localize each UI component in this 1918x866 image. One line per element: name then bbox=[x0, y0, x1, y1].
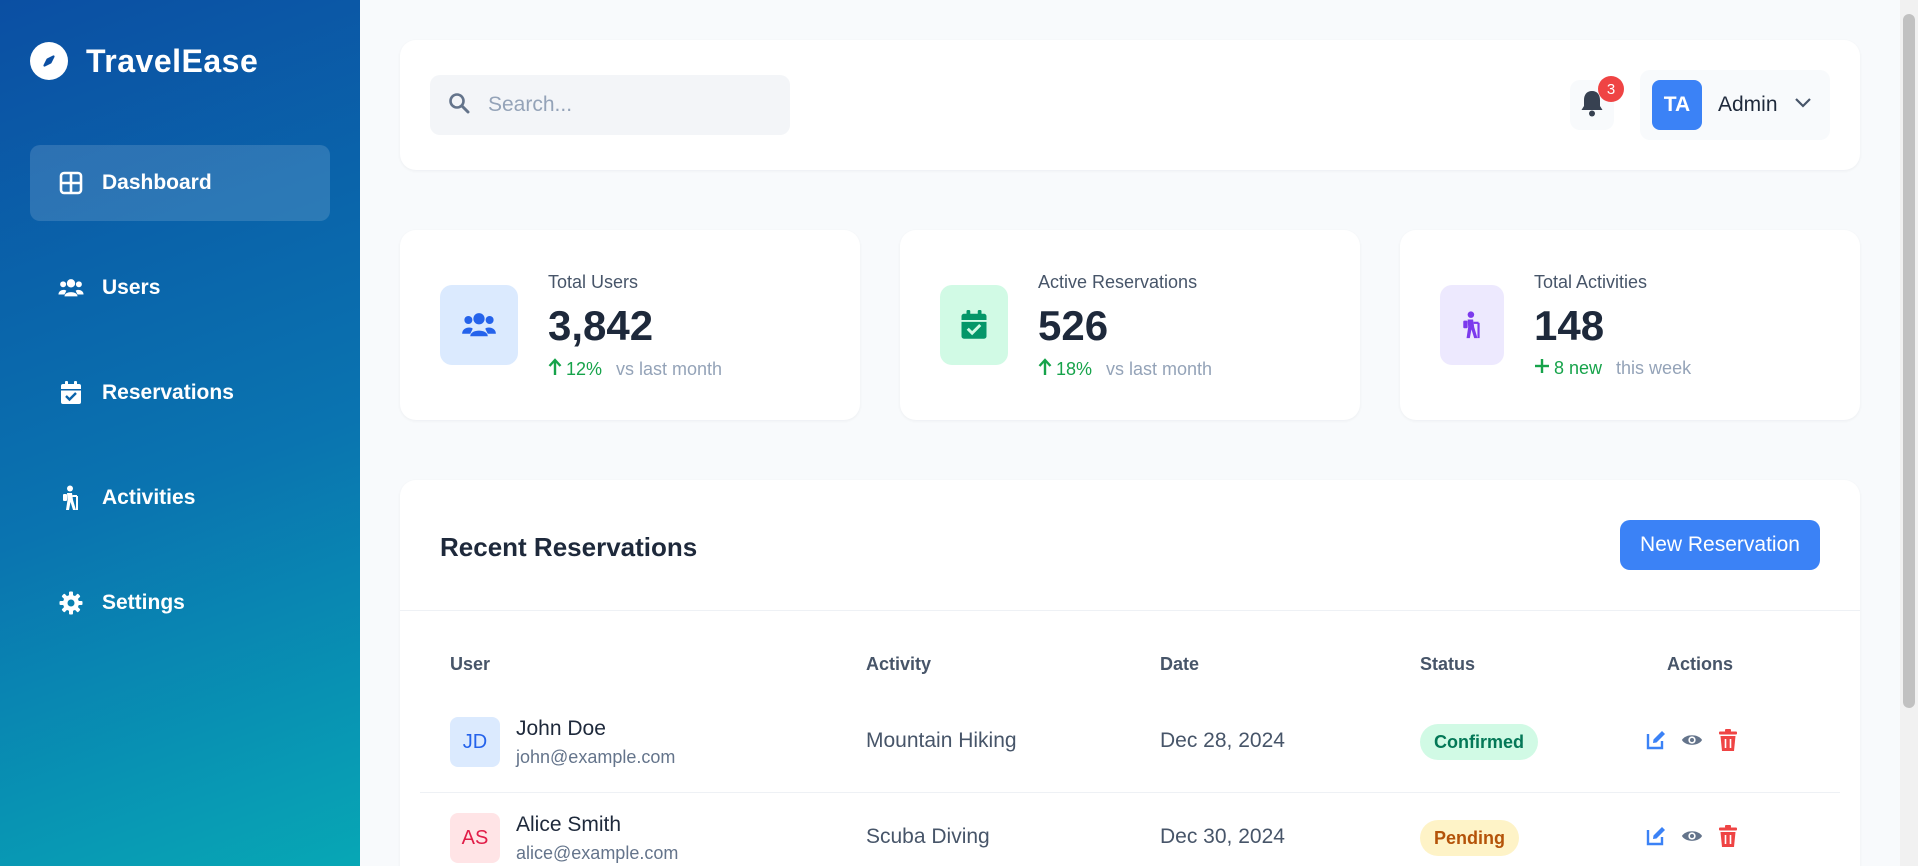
stat-value: 526 bbox=[1038, 302, 1109, 349]
delete-icon[interactable] bbox=[1717, 825, 1739, 847]
brand[interactable]: TravelEase bbox=[30, 42, 258, 80]
user-email: alice@example.com bbox=[516, 843, 679, 863]
status-badge: Confirmed bbox=[1420, 724, 1538, 760]
hiking-icon bbox=[58, 485, 84, 511]
sidebar-item-activities[interactable]: Activities bbox=[30, 460, 330, 536]
stat-value: 3,842 bbox=[548, 302, 654, 349]
date-cell: Dec 28, 2024 bbox=[1160, 729, 1285, 752]
stat-label: Active Reservations bbox=[1038, 272, 1198, 292]
trend-note: vs last month bbox=[616, 359, 723, 379]
sidebar-item-label: Settings bbox=[102, 591, 185, 614]
trend-value: 12% bbox=[566, 359, 603, 379]
users-icon bbox=[58, 275, 84, 301]
column-header-user[interactable]: User bbox=[450, 654, 490, 675]
scrollbar[interactable] bbox=[1900, 0, 1918, 866]
brand-name: TravelEase bbox=[86, 42, 259, 79]
compass-icon bbox=[30, 42, 68, 80]
chevron-down-icon bbox=[1794, 96, 1812, 114]
recent-reservations-panel: Recent Reservations New Reservation User… bbox=[400, 480, 1860, 866]
plus-icon bbox=[1534, 358, 1550, 379]
edit-icon[interactable] bbox=[1645, 825, 1667, 847]
calendar-check-icon bbox=[58, 380, 84, 406]
table-row[interactable]: JD John Doe john@example.com Mountain Hi… bbox=[420, 697, 1840, 793]
sidebar-item-reservations[interactable]: Reservations bbox=[30, 355, 330, 431]
hiking-icon bbox=[1440, 285, 1504, 365]
dashboard-grid-icon bbox=[58, 170, 84, 196]
avatar: TA bbox=[1652, 80, 1702, 130]
stat-card-active-reservations: Active Reservations 526 18% vs last mont… bbox=[900, 230, 1360, 420]
users-icon bbox=[440, 285, 518, 365]
sidebar-item-label: Dashboard bbox=[102, 171, 212, 194]
new-reservation-button[interactable]: New Reservation bbox=[1620, 520, 1820, 570]
user-name: Alice Smith bbox=[516, 813, 622, 836]
search-input[interactable] bbox=[488, 93, 768, 117]
user-name: Admin bbox=[1718, 93, 1778, 116]
sidebar-item-users[interactable]: Users bbox=[30, 250, 330, 326]
avatar: AS bbox=[450, 813, 500, 863]
top-bar: 3 TA Admin bbox=[400, 40, 1860, 170]
row-actions bbox=[1645, 825, 1739, 847]
notifications-button[interactable]: 3 bbox=[1570, 76, 1624, 130]
activity-cell: Mountain Hiking bbox=[866, 729, 1017, 752]
sidebar-item-label: Reservations bbox=[102, 381, 234, 404]
stat-card-total-users: Total Users 3,842 12% vs last month bbox=[400, 230, 860, 420]
stat-trend: 12% vs last month bbox=[548, 358, 722, 381]
activity-cell: Scuba Diving bbox=[866, 825, 990, 848]
stat-trend: 8 new this week bbox=[1534, 358, 1691, 379]
column-header-activity[interactable]: Activity bbox=[866, 654, 931, 675]
avatar: JD bbox=[450, 717, 500, 767]
user-menu[interactable]: TA Admin bbox=[1640, 70, 1830, 140]
column-header-status[interactable]: Status bbox=[1420, 654, 1475, 675]
table-row[interactable]: AS Alice Smith alice@example.com Scuba D… bbox=[420, 793, 1840, 866]
sidebar-item-dashboard[interactable]: Dashboard bbox=[30, 145, 330, 221]
delete-icon[interactable] bbox=[1717, 729, 1739, 751]
column-header-actions: Actions bbox=[1667, 654, 1734, 674]
sidebar-item-label: Users bbox=[102, 276, 161, 299]
edit-icon[interactable] bbox=[1645, 729, 1667, 751]
calendar-check-icon bbox=[940, 285, 1008, 365]
status-badge: Pending bbox=[1420, 820, 1519, 856]
view-icon[interactable] bbox=[1681, 825, 1703, 847]
column-header-date[interactable]: Date bbox=[1160, 654, 1199, 675]
trend-value: 18% bbox=[1056, 359, 1093, 379]
view-icon[interactable] bbox=[1681, 729, 1703, 751]
sidebar-item-settings[interactable]: Settings bbox=[30, 565, 330, 641]
trend-note: vs last month bbox=[1106, 359, 1213, 379]
stat-label: Total Users bbox=[548, 272, 639, 292]
user-email: john@example.com bbox=[516, 747, 676, 767]
sidebar-item-label: Activities bbox=[102, 486, 196, 509]
arrow-up-icon bbox=[1038, 358, 1052, 381]
stat-label: Total Activities bbox=[1534, 272, 1648, 292]
search-box[interactable] bbox=[430, 75, 790, 135]
sidebar: TravelEase Dashboard Users Reservations … bbox=[0, 0, 360, 866]
scrollbar-thumb[interactable] bbox=[1903, 14, 1915, 708]
notification-count-badge: 3 bbox=[1598, 76, 1624, 102]
divider bbox=[400, 610, 1860, 611]
date-cell: Dec 30, 2024 bbox=[1160, 825, 1285, 848]
trend-note: this week bbox=[1616, 358, 1692, 378]
stat-trend: 18% vs last month bbox=[1038, 358, 1212, 381]
stat-value: 148 bbox=[1534, 302, 1605, 349]
gear-icon bbox=[58, 590, 84, 616]
stat-card-total-activities: Total Activities 148 8 new this week bbox=[1400, 230, 1860, 420]
trend-value: 8 new bbox=[1554, 358, 1603, 378]
row-actions bbox=[1645, 729, 1739, 751]
search-icon bbox=[448, 92, 470, 119]
panel-title: Recent Reservations bbox=[440, 532, 698, 562]
user-name: John Doe bbox=[516, 717, 606, 740]
arrow-up-icon bbox=[548, 358, 562, 381]
